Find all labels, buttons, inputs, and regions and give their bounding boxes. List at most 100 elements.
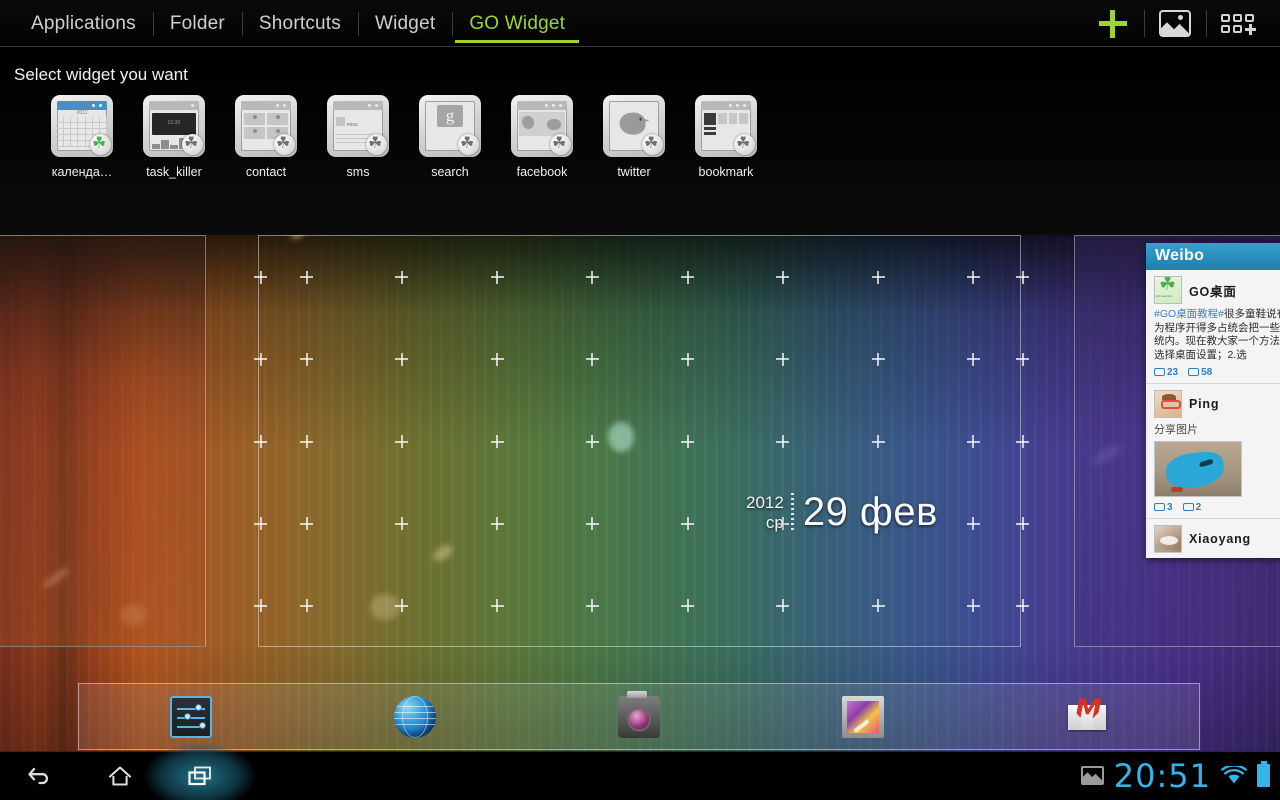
dock-item-gmail[interactable]: M (975, 696, 1199, 738)
xiaoyang-avatar (1154, 525, 1182, 553)
dock-item-gallery[interactable] (751, 695, 975, 738)
widget-item-twitter[interactable]: twitter (588, 95, 680, 179)
weibo-post[interactable]: Xiaoyang Magic Mouse - I love this one (1146, 519, 1280, 558)
tab-go-widget[interactable]: GO Widget (452, 0, 582, 47)
widget-label: календа… (51, 165, 113, 179)
grid-cell-marker (395, 599, 409, 613)
sms-widget-icon: PING (327, 95, 389, 157)
recent-apps-icon (188, 766, 211, 785)
weibo-widget[interactable]: Weibo GO桌面 #GO桌面教程#很多童鞋说有可能是因为程序开得多占统会把一… (1146, 243, 1280, 558)
widget-item-bookmark[interactable]: bookmark (680, 95, 772, 179)
grid-cell-marker (681, 352, 695, 366)
weibo-post-text: Magic Mouse - I love this one (1154, 556, 1280, 558)
weibo-post-image[interactable] (1154, 441, 1242, 497)
battery-icon[interactable] (1257, 761, 1270, 787)
grid-cell-marker (585, 352, 599, 366)
navigation-buttons (0, 751, 240, 800)
widget-item-calendar[interactable]: 2011 календа… (36, 95, 128, 179)
dock-item-settings[interactable] (79, 695, 303, 738)
task-killer-widget-icon (143, 95, 205, 157)
tab-shortcuts[interactable]: Shortcuts (241, 0, 358, 47)
grid-cell-marker (966, 270, 980, 284)
date-widget[interactable]: 2012 ср 29 фев (746, 492, 938, 532)
grid-cell-marker (490, 435, 504, 448)
status-clock[interactable]: 20:51 (1114, 757, 1211, 795)
back-icon (28, 767, 49, 784)
add-button[interactable] (1082, 0, 1144, 47)
weibo-post[interactable]: Ping 分享图片 3 2 (1146, 384, 1280, 519)
weibo-post[interactable]: GO桌面 #GO桌面教程#很多童鞋说有可能是因为程序开得多占统会把一些直接占用系… (1146, 270, 1280, 384)
grid-cell-marker (395, 435, 409, 448)
workspace-page-preview-left[interactable] (0, 235, 206, 647)
screenshot-icon[interactable] (1080, 766, 1104, 785)
weibo-post-meta: 3 2 (1154, 502, 1280, 513)
date-widget-left: 2012 ср (746, 494, 784, 531)
grid-cell-marker (395, 352, 409, 366)
comment-icon (1188, 368, 1200, 376)
wallpaper-button[interactable] (1144, 0, 1206, 47)
wifi-icon[interactable] (1221, 765, 1247, 786)
add-icon (1099, 9, 1127, 38)
grid-cell-marker (585, 270, 599, 284)
status-icons: 20:51 (1080, 751, 1270, 800)
weibo-post-text: #GO桌面教程#很多童鞋说有可能是因为程序开得多占统会把一些直接占用系统内。现在… (1154, 308, 1280, 362)
grid-cell-marker (254, 599, 267, 613)
widget-item-facebook[interactable]: facebook (496, 95, 588, 179)
tab-applications[interactable]: Applications (14, 0, 153, 47)
grid-cell-marker (966, 517, 980, 531)
grid-cell-marker (871, 352, 885, 366)
ping-avatar (1154, 390, 1182, 418)
grid-cell-marker (300, 517, 314, 531)
dock-item-browser[interactable] (303, 695, 527, 738)
workspace-page-current[interactable] (258, 235, 1021, 647)
widget-item-sms[interactable]: PING sms (312, 95, 404, 179)
grid-cell-marker (966, 352, 980, 366)
weibo-comments[interactable]: 2 (1182, 502, 1201, 513)
twitter-widget-icon (603, 95, 665, 157)
recent-apps-button[interactable] (160, 751, 240, 800)
widget-item-contact[interactable]: contact (220, 95, 312, 179)
weibo-likes[interactable]: 3 (1154, 502, 1173, 513)
grid-cell-marker (300, 599, 314, 613)
grid-cell-marker (490, 599, 504, 613)
browser-globe-icon (394, 695, 436, 738)
weibo-hashtag[interactable]: #GO桌面教程# (1154, 308, 1224, 320)
grid-cell-marker (1016, 517, 1029, 531)
settings-icon (170, 695, 212, 738)
system-bar: 20:51 (0, 751, 1280, 800)
widget-item-task-killer[interactable]: task_killer (128, 95, 220, 179)
grid-cell-marker (871, 270, 885, 284)
grid-cell-marker (1016, 435, 1029, 448)
app-grid-add-button[interactable] (1206, 0, 1268, 47)
widget-item-search[interactable]: g search (404, 95, 496, 179)
widget-label: contact (245, 165, 287, 179)
search-widget-icon: g (419, 95, 481, 157)
grid-cell-marker (776, 435, 790, 448)
grid-cell-marker (776, 352, 790, 366)
grid-cell-marker (776, 270, 790, 284)
tab-folder[interactable]: Folder (152, 0, 242, 47)
grid-cell-marker (681, 517, 695, 531)
like-icon (1154, 368, 1165, 376)
widget-label: search (431, 165, 469, 179)
weibo-likes[interactable]: 23 (1154, 367, 1178, 378)
tab-label: GO Widget (469, 12, 566, 34)
date-weekday: ср (765, 512, 784, 532)
weibo-author: GO桌面 (1189, 284, 1237, 299)
go-launcher-avatar (1154, 276, 1182, 304)
grid-cell-marker (254, 435, 267, 448)
date-day-month: 29 фев (802, 490, 938, 534)
grid-cell-marker (681, 435, 695, 448)
weibo-comments[interactable]: 58 (1188, 367, 1212, 378)
grid-cell-marker (585, 517, 599, 531)
back-button[interactable] (0, 751, 80, 800)
grid-cell-marker (1016, 599, 1029, 613)
weibo-post-header: Ping (1154, 390, 1280, 418)
tab-widget[interactable]: Widget (357, 0, 452, 47)
dock-item-camera[interactable] (527, 690, 751, 738)
date-year: 2012 (746, 492, 784, 512)
grid-cell-marker (490, 517, 504, 531)
date-separator (790, 493, 794, 531)
grid-cell-marker (254, 270, 267, 284)
grid-cell-marker (254, 352, 267, 366)
